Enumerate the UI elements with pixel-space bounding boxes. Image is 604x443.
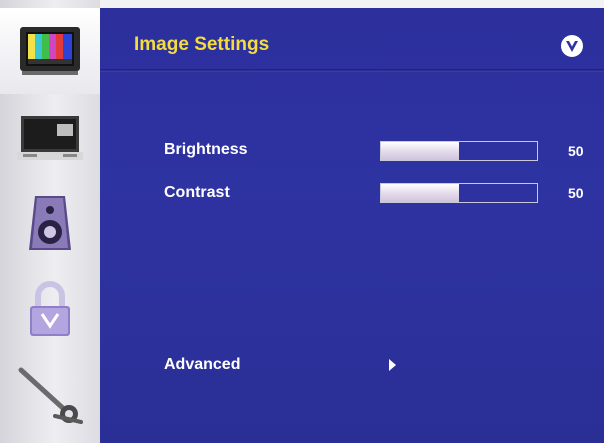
header: Image Settings [100, 8, 604, 74]
vizio-logo-icon [561, 35, 583, 57]
contrast-slider[interactable] [380, 183, 538, 203]
sidebar-item-lock[interactable] [0, 266, 100, 352]
tv-input-icon [17, 116, 83, 160]
advanced-menu-item[interactable]: Advanced [164, 356, 240, 374]
brightness-label: Brightness [164, 141, 248, 158]
contrast-label: Contrast [164, 184, 230, 201]
picture-icon [20, 27, 80, 75]
wrench-icon [18, 367, 83, 424]
sidebar [0, 0, 100, 443]
speaker-icon [29, 196, 71, 250]
brightness-value: 50 [568, 143, 584, 159]
contrast-value: 50 [568, 185, 584, 201]
contrast-slider-fill [381, 184, 459, 202]
sidebar-item-picture[interactable] [0, 8, 100, 94]
sidebar-item-setup[interactable] [0, 352, 100, 438]
brightness-slider-fill [381, 142, 459, 160]
settings-panel: Image Settings Brightness 50 Contrast 50… [100, 8, 604, 443]
chevron-right-icon[interactable] [389, 359, 396, 371]
brightness-slider[interactable] [380, 141, 538, 161]
header-divider [100, 69, 604, 72]
sidebar-item-audio[interactable] [0, 180, 100, 266]
sidebar-item-input[interactable] [0, 94, 100, 180]
page-title: Image Settings [134, 34, 270, 55]
lock-icon [30, 281, 70, 336]
